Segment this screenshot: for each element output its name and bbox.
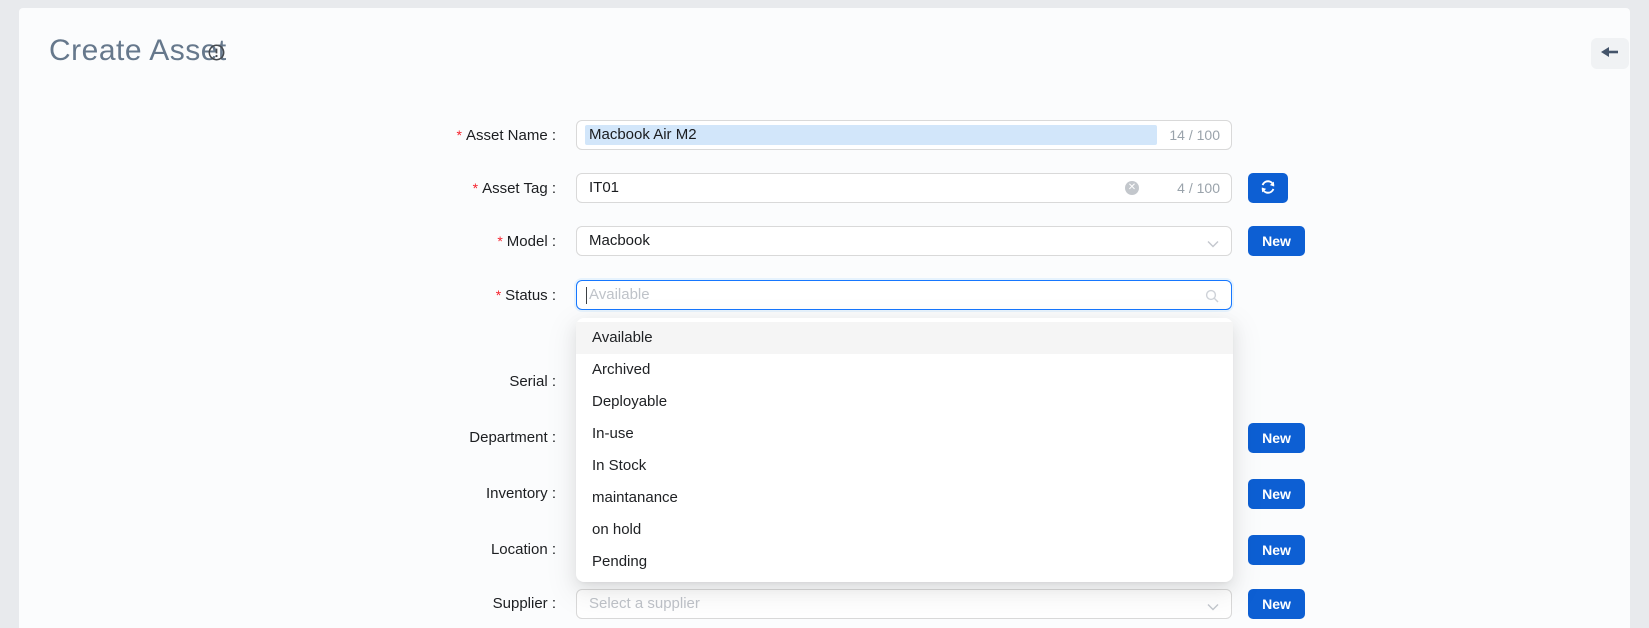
new-supplier-button[interactable]: New bbox=[1248, 589, 1305, 619]
page-title: Create Asset bbox=[49, 34, 227, 68]
back-button[interactable] bbox=[1591, 38, 1629, 69]
status-option-in-use[interactable]: In-use bbox=[576, 418, 1233, 450]
status-option-archived[interactable]: Archived bbox=[576, 354, 1233, 386]
new-model-button[interactable]: New bbox=[1248, 226, 1305, 256]
serial-label: Serial : bbox=[219, 367, 556, 397]
status-option-deployable[interactable]: Deployable bbox=[576, 386, 1233, 418]
required-asterisk: * bbox=[496, 287, 501, 303]
model-label: *Model : bbox=[219, 226, 556, 256]
status-option-in-stock[interactable]: In Stock bbox=[576, 450, 1233, 482]
new-location-button[interactable]: New bbox=[1248, 535, 1305, 565]
status-option-available[interactable]: Available bbox=[576, 322, 1233, 354]
refresh-icon bbox=[1260, 179, 1276, 198]
generate-tag-button[interactable] bbox=[1248, 173, 1288, 203]
new-department-button[interactable]: New bbox=[1248, 423, 1305, 453]
location-label: Location : bbox=[219, 535, 556, 565]
asset-tag-input[interactable]: IT01 ✕ 4 / 100 bbox=[576, 173, 1232, 203]
create-asset-card: Create Asset *Asset Name : Macbook Air M… bbox=[19, 8, 1630, 628]
chevron-down-icon bbox=[1207, 599, 1219, 617]
model-selected-value: Macbook bbox=[589, 227, 650, 255]
text-cursor bbox=[586, 287, 587, 304]
chevron-down-icon bbox=[1207, 236, 1219, 254]
asset-tag-char-counter: 4 / 100 bbox=[1177, 174, 1220, 202]
asset-name-input[interactable]: Macbook Air M2 14 / 100 bbox=[576, 120, 1232, 150]
required-asterisk: * bbox=[457, 127, 462, 143]
asset-tag-label: *Asset Tag : bbox=[219, 173, 556, 203]
info-icon[interactable] bbox=[208, 44, 225, 61]
model-select[interactable]: Macbook bbox=[576, 226, 1232, 256]
status-option-maintanance[interactable]: maintanance bbox=[576, 482, 1233, 514]
clear-icon[interactable]: ✕ bbox=[1125, 181, 1139, 195]
asset-tag-value: IT01 bbox=[589, 174, 619, 202]
status-select[interactable]: Available bbox=[576, 280, 1232, 310]
asset-name-char-counter: 14 / 100 bbox=[1169, 121, 1220, 149]
new-inventory-button[interactable]: New bbox=[1248, 479, 1305, 509]
required-asterisk: * bbox=[497, 233, 502, 249]
search-icon bbox=[1205, 289, 1219, 308]
asset-name-value: Macbook Air M2 bbox=[589, 121, 697, 149]
supplier-label: Supplier : bbox=[219, 589, 556, 619]
status-option-pending[interactable]: Pending bbox=[576, 546, 1233, 578]
asset-name-label: *Asset Name : bbox=[219, 120, 556, 150]
required-asterisk: * bbox=[473, 180, 478, 196]
inventory-label: Inventory : bbox=[219, 479, 556, 509]
supplier-placeholder: Select a supplier bbox=[589, 590, 700, 617]
status-placeholder: Available bbox=[589, 281, 650, 308]
status-label: *Status : bbox=[219, 280, 556, 310]
arrow-left-icon bbox=[1601, 45, 1619, 62]
department-label: Department : bbox=[219, 423, 556, 453]
status-dropdown-panel: Available Archived Deployable In-use In … bbox=[576, 318, 1233, 582]
status-option-on-hold[interactable]: on hold bbox=[576, 514, 1233, 546]
supplier-select[interactable]: Select a supplier bbox=[576, 589, 1232, 619]
